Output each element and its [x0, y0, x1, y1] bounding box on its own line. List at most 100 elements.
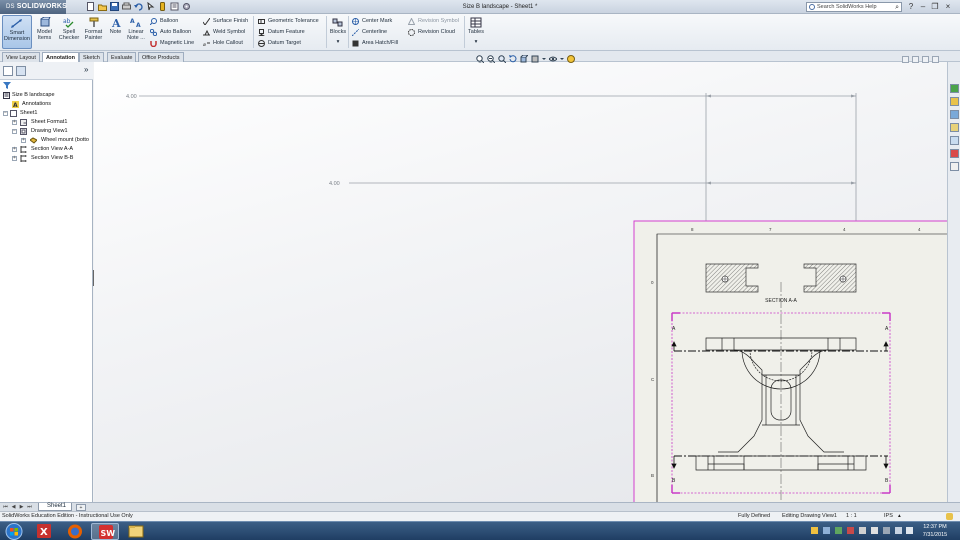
tree-node-section-view-aa[interactable]: + Section View A-A [0, 145, 93, 154]
file-explorer-icon[interactable] [950, 110, 959, 119]
dimension-text-mid[interactable]: 4.00 [329, 181, 340, 187]
file-properties-icon[interactable] [170, 2, 179, 11]
solidworks-logo[interactable]: DS SOLIDWORKS [0, 0, 67, 14]
rebuild-status-icon[interactable] [946, 513, 953, 520]
last-sheet-icon[interactable]: ⏭ [26, 504, 33, 511]
tree-node-drawing-view[interactable]: − Drawing View1 [0, 127, 93, 136]
save-icon[interactable] [110, 2, 119, 11]
section-label[interactable]: SECTION A-A [765, 298, 797, 304]
appearance-icon[interactable] [567, 55, 575, 63]
rebuild-icon[interactable] [158, 2, 167, 11]
units-selector[interactable]: IPS [884, 512, 893, 521]
note-button[interactable]: A Note [108, 15, 123, 49]
tray-app-icon[interactable] [847, 527, 854, 534]
design-library-icon[interactable] [950, 97, 959, 106]
balloon-button[interactable]: Balloon [150, 16, 178, 26]
view-orientation-icon[interactable] [520, 55, 528, 63]
restore-button[interactable]: ❐ [930, 1, 940, 12]
expand-toggle-icon[interactable]: + [21, 138, 26, 143]
undo-icon[interactable] [134, 2, 143, 11]
collapse-toggle-icon[interactable]: − [3, 111, 8, 116]
panel-expand-chevron-icon[interactable]: » [84, 65, 88, 74]
custom-properties-icon[interactable] [950, 149, 959, 158]
format-painter-button[interactable]: Format Painter [82, 15, 105, 49]
center-mark-button[interactable]: Center Mark [352, 16, 392, 26]
tree-node-wheel-mount[interactable]: + Wheel mount (botto [0, 136, 93, 145]
dimension-text-top[interactable]: 4.00 [126, 94, 137, 100]
linear-note-pattern-button[interactable]: AA Linear Note ... [126, 15, 146, 49]
tree-node-sheet-format[interactable]: + Sheet Format1 [0, 118, 93, 127]
viewport-minimize-button[interactable] [902, 56, 909, 63]
view-palette-icon[interactable] [950, 123, 959, 132]
solidworks-resources-icon[interactable] [950, 84, 959, 93]
expand-toggle-icon[interactable]: + [12, 147, 17, 152]
tree-node-section-view-bb[interactable]: + Section View B-B [0, 154, 93, 163]
taskbar-app-explorer-icon[interactable] [122, 523, 150, 540]
viewport-maximize-button[interactable] [922, 56, 929, 63]
graphics-area[interactable]: 4.00 4.00 8 7 4 4 0 C B SECTION A-A A A … [94, 62, 947, 502]
print-icon[interactable] [122, 2, 131, 11]
tree-node-annotations[interactable]: A Annotations [0, 100, 93, 109]
new-document-icon[interactable] [86, 2, 95, 11]
feature-tree-tab-icon[interactable] [3, 66, 13, 76]
dropdown-arrow-icon[interactable] [542, 55, 546, 63]
tree-node-sheet1[interactable]: − Sheet1 [0, 109, 93, 118]
help-icon[interactable]: ? [906, 1, 916, 12]
zoom-to-area-icon[interactable] [487, 55, 495, 63]
options-icon[interactable] [182, 2, 191, 11]
smart-dimension-button[interactable]: Smart Dimension [2, 15, 32, 49]
help-search-input[interactable]: Search SolidWorks Help ⌕ [806, 2, 902, 12]
tray-app-icon[interactable] [871, 527, 878, 534]
previous-sheet-icon[interactable]: ◀ [10, 504, 17, 511]
select-icon[interactable] [146, 1, 155, 11]
viewport-close-button[interactable] [932, 56, 939, 63]
taskbar-app-solidworks-icon[interactable]: SW [91, 523, 119, 540]
area-hatch-fill-button[interactable]: Area Hatch/Fill [352, 38, 398, 48]
datum-target-button[interactable]: Datum Target [258, 38, 301, 48]
tray-volume-icon[interactable] [906, 527, 913, 534]
surface-finish-button[interactable]: Surface Finish [203, 16, 248, 26]
display-style-icon[interactable] [531, 55, 539, 63]
tables-button[interactable]: Tables ▾ [467, 15, 485, 49]
tab-annotation[interactable]: Annotation [42, 52, 80, 62]
rebuild-view-icon[interactable] [509, 55, 517, 63]
taskbar-app-firefox-icon[interactable] [61, 523, 89, 540]
units-dropdown-icon[interactable]: ▴ [898, 512, 901, 521]
tree-node-root[interactable]: Size B landscape [0, 91, 93, 100]
model-items-button[interactable]: Model Items [35, 15, 54, 49]
viewport-restore-button[interactable] [912, 56, 919, 63]
tray-app-icon[interactable] [835, 527, 842, 534]
tab-sketch[interactable]: Sketch [79, 52, 104, 62]
appearances-icon[interactable] [950, 136, 959, 145]
next-sheet-icon[interactable]: ▶ [18, 504, 25, 511]
blocks-button[interactable]: Blocks ▾ [329, 15, 347, 49]
centerline-button[interactable]: Centerline [352, 27, 387, 37]
add-sheet-icon[interactable]: + [76, 504, 86, 511]
tab-view-layout[interactable]: View Layout [2, 52, 40, 62]
expand-toggle-icon[interactable]: + [12, 156, 17, 161]
taskbar-clock[interactable]: 12:37 PM 7/31/2015 [916, 523, 954, 539]
geometric-tolerance-button[interactable]: Geometric Tolerance [258, 16, 319, 26]
property-manager-tab-icon[interactable] [16, 66, 26, 76]
datum-feature-button[interactable]: Datum Feature [258, 27, 305, 37]
close-button[interactable]: × [943, 1, 953, 12]
revision-symbol-button[interactable]: Revision Symbol [408, 16, 459, 26]
tray-display-icon[interactable] [895, 527, 902, 534]
drawing-sheet[interactable] [633, 220, 947, 502]
solidworks-forum-icon[interactable] [950, 162, 959, 171]
drawing-canvas[interactable]: 4.00 4.00 8 7 4 4 0 C B SECTION A-A A A … [94, 62, 947, 502]
taskbar-app-excel-icon[interactable]: X [30, 523, 58, 540]
spell-checker-button[interactable]: ab Spell Checker [58, 15, 80, 49]
weld-symbol-button[interactable]: Weld Symbol [203, 27, 245, 37]
tab-office-products[interactable]: Office Products [138, 52, 184, 62]
hole-callout-button[interactable]: ⌀ Hole Callout [203, 38, 243, 48]
dropdown-arrow-icon[interactable] [560, 55, 564, 63]
tab-sheet1[interactable]: Sheet1 [38, 503, 72, 511]
filter-icon[interactable] [3, 82, 11, 89]
minimize-button[interactable]: – [918, 1, 928, 12]
previous-view-icon[interactable] [498, 55, 506, 63]
windows-start-icon[interactable] [2, 522, 26, 540]
auto-balloon-button[interactable]: Auto Balloon [150, 27, 191, 37]
tray-network-icon[interactable] [811, 527, 818, 534]
tab-evaluate[interactable]: Evaluate [107, 52, 137, 62]
